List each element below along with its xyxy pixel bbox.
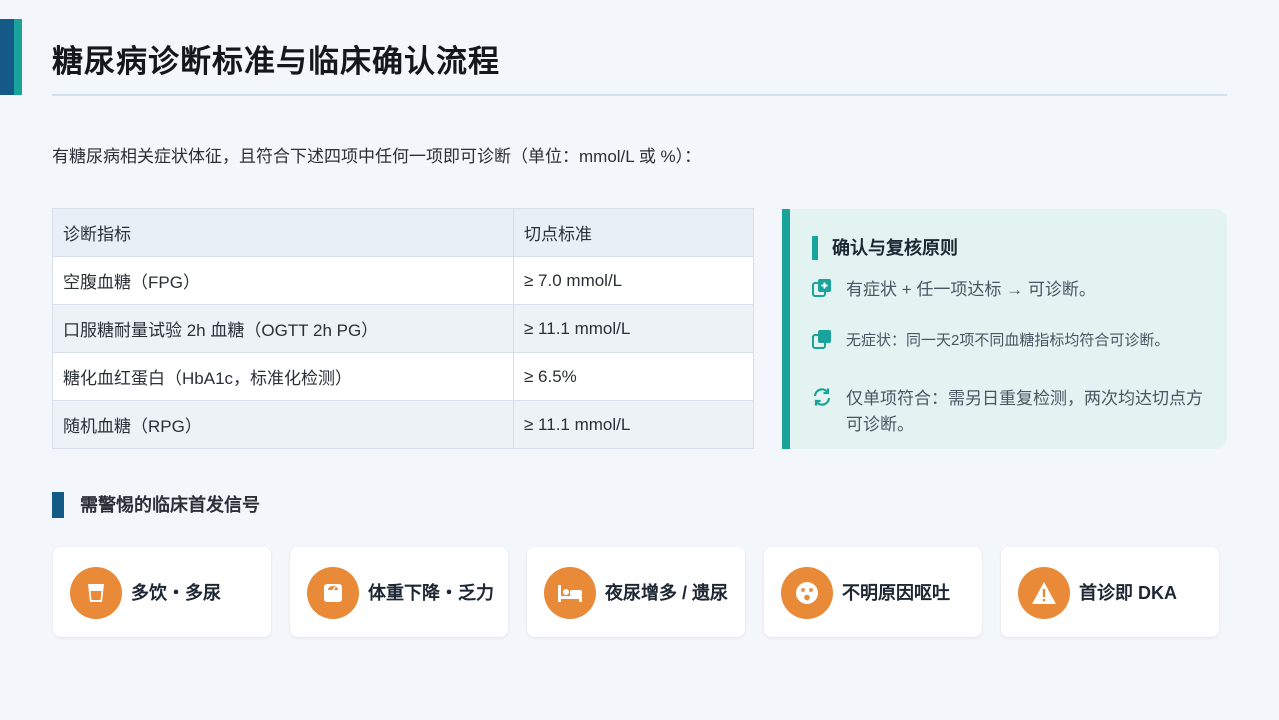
signal-card: 不明原因呕吐: [764, 547, 982, 637]
table-cell: ≥ 11.1 mmol/L: [513, 400, 754, 449]
principle-text: 有症状 + 任一项达标 → 可诊断。: [846, 280, 1096, 299]
table-row: 口服糖耐量试验 2h 血糖（OGTT 2h PG） ≥ 11.1 mmol/L: [52, 304, 754, 353]
table-header-cell: 诊断指标: [52, 208, 514, 257]
bed-icon: [544, 567, 596, 619]
title-divider: [52, 94, 1227, 96]
table-cell: 随机血糖（RPG）: [52, 400, 514, 449]
principle-item: 仅单项符合：需另日重复检测，两次均达切点方可诊断。: [812, 386, 1212, 438]
table-row: 空腹血糖（FPG） ≥ 7.0 mmol/L: [52, 256, 754, 305]
signal-label: 夜尿增多 / 遗尿: [605, 583, 729, 603]
signal-card: 首诊即 DKA: [1001, 547, 1219, 637]
scale-icon: [307, 567, 359, 619]
signal-card: 多饮・多尿: [53, 547, 271, 637]
cup-icon: [70, 567, 122, 619]
principles-panel: 确认与复核原则 有症状 + 任一项达标 → 可诊断。 无症状：同一天2项不同血糖…: [782, 209, 1227, 449]
table-cell: 糖化血红蛋白（HbA1c，标准化检测）: [52, 352, 514, 401]
table-cell: ≥ 11.1 mmol/L: [513, 304, 754, 353]
table-cell: ≥ 6.5%: [513, 352, 754, 401]
principle-text: 无症状：同一天2项不同血糖指标均符合可诊断。: [846, 332, 1170, 349]
copy-icon: [812, 329, 832, 349]
signal-label: 首诊即 DKA: [1079, 583, 1177, 603]
table-header-cell: 切点标准: [513, 208, 754, 257]
signal-label: 体重下降・乏力: [368, 583, 494, 603]
table-row: 随机血糖（RPG） ≥ 11.1 mmol/L: [52, 400, 754, 449]
principles-heading: 确认与复核原则: [812, 236, 958, 260]
criteria-table: 诊断指标 切点标准 空腹血糖（FPG） ≥ 7.0 mmol/L 口服糖耐量试验…: [52, 208, 754, 449]
intro-text: 有糖尿病相关症状体征，且符合下述四项中任何一项即可诊断（单位：mmol/L 或 …: [52, 147, 702, 166]
table-cell: ≥ 7.0 mmol/L: [513, 256, 754, 305]
add-copy-icon: [812, 278, 832, 298]
signal-card: 夜尿增多 / 遗尿: [527, 547, 745, 637]
table-row: 糖化血红蛋白（HbA1c，标准化检测） ≥ 6.5%: [52, 352, 754, 401]
repeat-icon: [812, 387, 832, 407]
table-cell: 口服糖耐量试验 2h 血糖（OGTT 2h PG）: [52, 304, 514, 353]
signal-card: 体重下降・乏力: [290, 547, 508, 637]
title-accent-bar: [0, 19, 22, 95]
signal-label: 不明原因呕吐: [842, 583, 950, 603]
warning-icon: [1018, 567, 1070, 619]
table-header-row: 诊断指标 切点标准: [52, 208, 754, 257]
page-title: 糖尿病诊断标准与临床确认流程: [52, 44, 500, 79]
signal-label: 多饮・多尿: [131, 583, 221, 603]
signals-heading: 需警惕的临床首发信号: [52, 492, 260, 518]
principle-item: 无症状：同一天2项不同血糖指标均符合可诊断。: [812, 328, 1222, 354]
table-cell: 空腹血糖（FPG）: [52, 256, 514, 305]
principle-item: 有症状 + 任一项达标 → 可诊断。: [812, 277, 1212, 303]
principle-text: 仅单项符合：需另日重复检测，两次均达切点方可诊断。: [846, 389, 1203, 434]
sick-face-icon: [781, 567, 833, 619]
